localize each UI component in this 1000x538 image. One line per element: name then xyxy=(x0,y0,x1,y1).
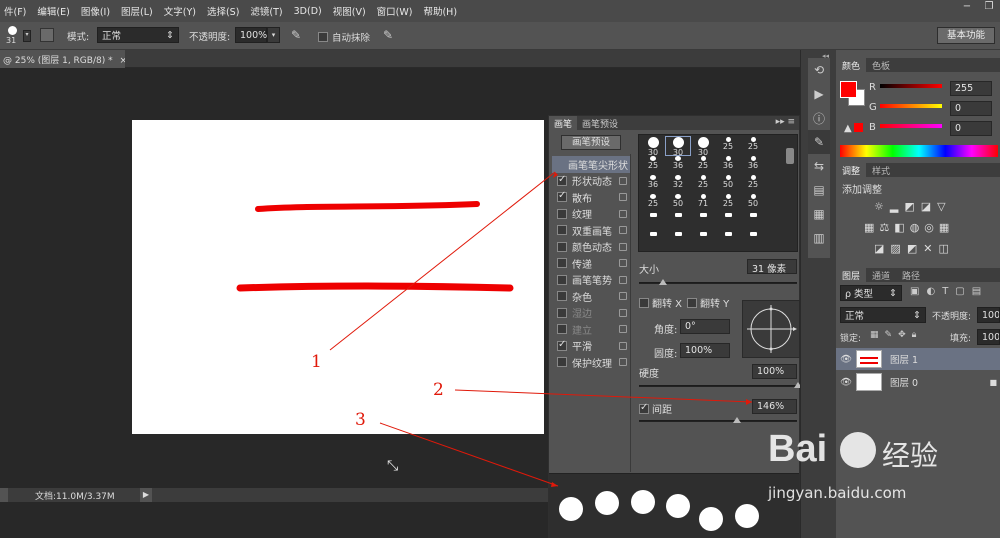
paw-logo-icon xyxy=(840,432,876,468)
annotation-label-1: 1 xyxy=(311,352,322,372)
arrow-3 xyxy=(379,422,559,487)
baidu-watermark: Bai 经验 jingyan.baidu.com xyxy=(768,428,968,518)
watermark-brand: Bai xyxy=(768,428,828,470)
arrow-2-head xyxy=(746,399,752,405)
annotation-label-2: 2 xyxy=(433,380,444,400)
annotation-label-3: 3 xyxy=(355,410,366,430)
watermark-url: jingyan.baidu.com xyxy=(768,484,907,502)
arrow-2 xyxy=(454,389,753,403)
arrow-1 xyxy=(329,171,556,351)
foreground-color-swatch[interactable] xyxy=(840,81,857,98)
arrow-3-head xyxy=(551,482,558,487)
watermark-brand2: 经验 xyxy=(882,439,939,472)
